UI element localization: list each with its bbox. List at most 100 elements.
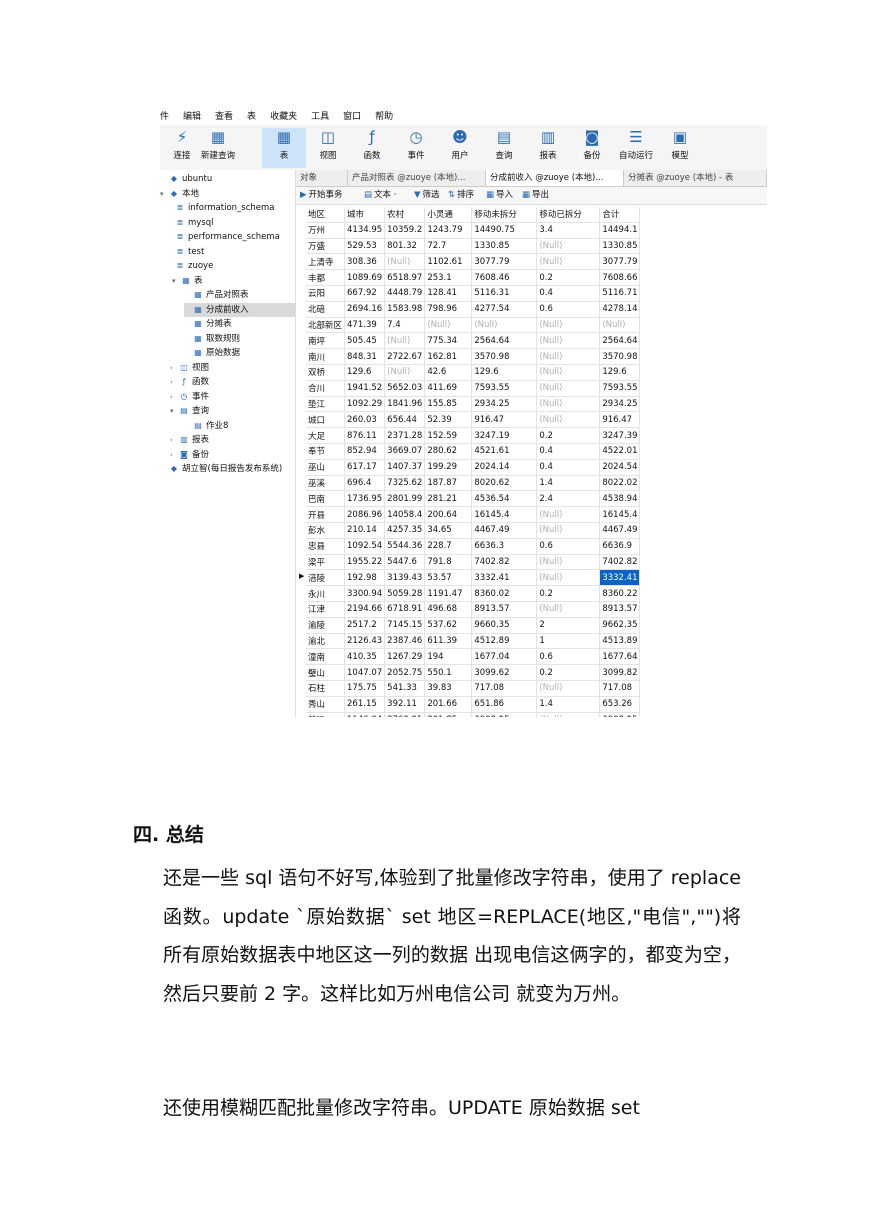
table-cell[interactable]: 2694.16 — [344, 301, 386, 318]
table-cell[interactable]: (Null) — [536, 522, 601, 539]
toolbar-button-table[interactable]: ▦ 表 — [262, 128, 306, 168]
table-cell[interactable]: (Null) — [536, 712, 601, 717]
table-cell[interactable]: 0.4 — [536, 459, 601, 476]
table-cell[interactable]: 4257.35 — [384, 522, 426, 539]
table-row[interactable]: 彭水 210.14 4257.35 34.65 4467.49 (Null) 4467.49 — [306, 522, 641, 539]
table-cell[interactable]: 万州 — [306, 222, 346, 239]
table-cell[interactable]: 5116.71 — [599, 285, 641, 302]
table-cell[interactable]: 717.08 — [599, 680, 641, 697]
table-cell[interactable]: 8020.62 — [471, 475, 538, 492]
expand-arrow-icon[interactable]: › — [170, 375, 179, 389]
table-cell[interactable]: 0.4 — [536, 285, 601, 302]
table-cell[interactable]: 彭水 — [306, 522, 346, 539]
expand-arrow-icon[interactable]: ▾ — [172, 274, 181, 288]
table-cell[interactable]: 152.59 — [424, 427, 473, 444]
table-cell[interactable]: 8022.02 — [599, 475, 641, 492]
table-cell[interactable]: 1955.22 — [344, 554, 386, 571]
table-cell[interactable]: 1677.04 — [471, 648, 538, 666]
table-cell[interactable]: 2024.14 — [471, 459, 538, 476]
table-cell[interactable]: 72.7 — [424, 238, 473, 255]
expand-arrow-icon[interactable]: › — [170, 433, 179, 447]
table-cell[interactable]: 永川 — [306, 585, 346, 602]
toolbar-button-autorun[interactable]: ☰ 自动运行 — [614, 128, 658, 168]
table-cell[interactable]: 651.86 — [471, 696, 538, 713]
table-cell[interactable]: 10359.2 — [384, 222, 426, 239]
table-cell[interactable]: 4536.54 — [471, 490, 538, 508]
table-cell[interactable]: 392.11 — [384, 696, 426, 713]
column-header[interactable]: 移动未拆分 — [471, 207, 538, 223]
toolbar-button-user[interactable]: ☻ 用户 — [438, 128, 482, 168]
table-cell[interactable]: (Null) — [536, 569, 601, 587]
table-cell[interactable]: 1089.69 — [344, 269, 386, 286]
table-row[interactable]: 南川 848.31 2722.67 162.81 3570.98 (Null) 3570.9… — [306, 348, 641, 365]
table-cell[interactable]: (Null) — [384, 364, 426, 381]
table-cell[interactable]: 1047.07 — [344, 664, 386, 681]
table-cell[interactable]: 奉节 — [306, 443, 346, 460]
toolbar-button-query[interactable]: ▤ 查询 — [482, 128, 526, 168]
table-cell[interactable]: 550.1 — [424, 664, 473, 681]
table-cell[interactable]: 2024.54 — [599, 459, 641, 476]
table-cell[interactable]: 281.21 — [424, 490, 473, 508]
table-row[interactable]: 涪陵 192.98 3139.43 53.57 3332.41 (Null) 3332.41 — [306, 569, 641, 587]
table-cell[interactable]: 双桥 — [306, 364, 346, 381]
table-row[interactable]: 渝北 2126.43 2387.46 611.39 4512.89 1 4513.89 — [306, 633, 641, 650]
table-cell[interactable]: 505.45 — [344, 332, 386, 350]
expand-arrow-icon[interactable]: › — [170, 390, 179, 404]
table-cell[interactable]: 192.98 — [344, 569, 386, 587]
table-cell[interactable]: 7402.82 — [599, 554, 641, 571]
table-cell[interactable]: 7593.55 — [471, 380, 538, 397]
table-cell[interactable]: 忠县 — [306, 538, 346, 555]
table-row[interactable]: 南坪 505.45 (Null) 775.34 2564.64 (Null) 2564.64 — [306, 332, 641, 350]
table-cell[interactable]: 秀山 — [306, 696, 346, 713]
menu-item[interactable]: 查看 — [215, 109, 233, 122]
nav-item[interactable]: ▾ ▤ 查询 — [170, 404, 295, 418]
table-cell[interactable]: 187.87 — [424, 475, 473, 492]
table-cell[interactable]: 201.66 — [424, 696, 473, 713]
table-cell[interactable]: 1407.37 — [384, 459, 426, 476]
table-row[interactable]: 万州 4134.95 10359.2 1243.79 14490.75 3.4 14494.… — [306, 222, 641, 239]
table-cell[interactable]: 653.26 — [599, 696, 641, 713]
table-cell[interactable]: 大足 — [306, 427, 346, 444]
table-cell[interactable]: 52.39 — [424, 411, 473, 429]
table-row[interactable]: 上清寺 308.36 (Null) 1102.61 3077.79 (Null) 3077.… — [306, 253, 641, 271]
table-cell[interactable]: 石柱 — [306, 680, 346, 697]
table-cell[interactable]: 4538.94 — [599, 490, 641, 508]
table-cell[interactable]: (Null) — [599, 317, 641, 334]
table-cell[interactable]: 上清寺 — [306, 253, 346, 271]
table-cell[interactable]: 34.65 — [424, 522, 473, 539]
table-row[interactable]: 奉节 852.94 3669.07 280.62 4521.61 0.4 4522.01 — [306, 443, 641, 460]
table-cell[interactable]: (Null) — [536, 601, 601, 618]
nav-item[interactable]: ▦ 产品对照表 — [184, 288, 295, 302]
table-cell[interactable]: 0.6 — [536, 538, 601, 555]
table-row[interactable]: 万盛 529.53 801.32 72.7 1330.85 (Null) 1330.85 — [306, 238, 641, 255]
table-cell[interactable]: 529.53 — [344, 238, 386, 255]
table-row[interactable]: 永川 3300.94 5059.28 1191.47 8360.02 0.2 8360.22 — [306, 585, 641, 602]
column-header[interactable]: 小灵通 — [424, 207, 473, 223]
column-header[interactable]: 农村 — [384, 207, 426, 223]
object-toolbar-button[interactable]: ▦ 导出 — [522, 187, 549, 204]
table-row[interactable]: 秀山 261.15 392.11 201.66 651.86 1.4 653.26 — [306, 696, 641, 713]
table-row[interactable]: 巫溪 696.4 7325.62 187.87 8020.62 1.4 8022.02 — [306, 475, 641, 492]
nav-item[interactable]: ▦ 分摊表 — [184, 317, 295, 331]
table-cell[interactable]: 4277.54 — [471, 301, 538, 318]
nav-item[interactable]: ▦ 原始数据 — [184, 346, 295, 360]
table-cell[interactable]: (Null) — [536, 411, 601, 429]
table-row[interactable]: 合川 1941.52 5652.03 411.69 7593.55 (Null) 7593.… — [306, 380, 641, 397]
table-cell[interactable]: (Null) — [536, 238, 601, 255]
table-cell[interactable]: 3300.94 — [344, 585, 386, 602]
table-cell[interactable]: 199.29 — [424, 459, 473, 476]
table-row[interactable]: 渝陵 2517.2 7145.15 537.62 9660.35 2 9662.35 — [306, 617, 641, 634]
table-cell[interactable]: 876.11 — [344, 427, 386, 444]
expand-arrow-icon[interactable]: › — [170, 448, 179, 462]
table-cell[interactable]: 渝陵 — [306, 617, 346, 634]
table-cell[interactable]: 4467.49 — [471, 522, 538, 539]
table-cell[interactable]: 3908.95 — [599, 712, 641, 717]
table-cell[interactable]: 3247.39 — [599, 427, 641, 444]
object-toolbar-button[interactable]: ▤ 文本 · — [364, 187, 396, 204]
table-cell[interactable]: 梁平 — [306, 554, 346, 571]
table-row[interactable]: 巴南 1736.95 2801.99 281.21 4536.54 2.4 4538.94 — [306, 490, 641, 508]
table-row[interactable]: 北部新区 471.39 7.4 (Null) (Null) (Null) (Null) — [306, 317, 641, 334]
table-cell[interactable]: 175.75 — [344, 680, 386, 697]
table-cell[interactable]: 1092.54 — [344, 538, 386, 555]
toolbar-button-backup[interactable]: ◙ 备份 — [570, 128, 614, 168]
